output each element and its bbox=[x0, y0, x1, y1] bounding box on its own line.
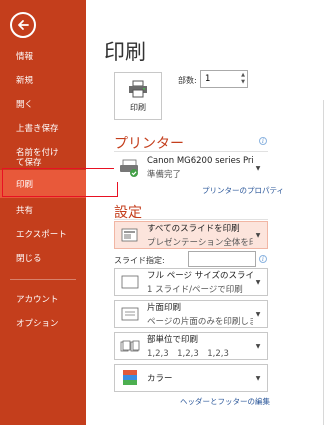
sides-title: 片面印刷 bbox=[147, 303, 182, 313]
settings-heading-rule bbox=[114, 219, 268, 220]
color-dropdown[interactable]: カラー ▼ bbox=[114, 364, 268, 392]
printer-name: Canon MG6200 series Pri… bbox=[147, 156, 253, 166]
printer-status: 準備完了 bbox=[147, 170, 182, 180]
slides-icon bbox=[119, 227, 141, 243]
collated-icon bbox=[119, 338, 141, 354]
layout-desc: 1 スライド/ページで印刷 bbox=[147, 285, 243, 295]
printer-heading: プリンター bbox=[114, 136, 184, 152]
slides-label: スライド指定: bbox=[114, 256, 165, 265]
printer-properties-link[interactable]: プリンターのプロパティ bbox=[202, 185, 284, 196]
back-arrow-icon bbox=[18, 20, 29, 30]
chevron-down-icon: ▼ bbox=[255, 164, 261, 172]
backstage-sidebar: 情報 新規 開く 上書き保存 名前を付けて保存 印刷 共有 エクスポート 閉じる… bbox=[0, 0, 86, 425]
print-button-label: 印刷 bbox=[130, 102, 146, 112]
collate-dropdown[interactable]: 部単位で印刷 1,2,3 1,2,3 1,2,3 ▼ bbox=[114, 332, 268, 360]
copies-spinner[interactable]: ▲ ▼ bbox=[241, 72, 245, 86]
collate-desc: 1,2,3 1,2,3 1,2,3 bbox=[147, 349, 229, 359]
info-icon[interactable]: i bbox=[259, 255, 267, 263]
sides-desc: ページの片面のみを印刷します bbox=[147, 317, 253, 327]
layout-title: フル ページ サイズのスライド bbox=[147, 271, 253, 281]
chevron-down-icon: ▼ bbox=[255, 231, 261, 239]
printer-heading-rule bbox=[114, 151, 268, 152]
sidebar-divider bbox=[10, 279, 76, 280]
chevron-down-icon: ▼ bbox=[255, 278, 261, 286]
printer-icon bbox=[129, 80, 147, 97]
page-title: 印刷 bbox=[104, 40, 146, 64]
layout-dropdown[interactable]: フル ページ サイズのスライド 1 スライド/ページで印刷 ▼ bbox=[114, 268, 268, 296]
copies-value: 1 bbox=[205, 74, 211, 84]
chevron-down-icon: ▼ bbox=[255, 310, 261, 318]
color-title: カラー bbox=[147, 374, 173, 384]
slides-range-dropdown[interactable]: すべてのスライドを印刷 プレゼンテーション全体を印刷… ▼ bbox=[114, 221, 268, 249]
chevron-down-icon: ▼ bbox=[255, 342, 261, 350]
slides-range-desc: プレゼンテーション全体を印刷… bbox=[147, 238, 253, 248]
printer-device-icon bbox=[119, 158, 141, 178]
slides-range-title: すべてのスライドを印刷 bbox=[147, 224, 240, 234]
chevron-down-icon: ▼ bbox=[255, 374, 261, 382]
print-button[interactable]: 印刷 bbox=[114, 72, 162, 120]
back-button[interactable] bbox=[10, 12, 36, 38]
copies-label: 部数: bbox=[178, 76, 197, 85]
color-icon bbox=[119, 369, 141, 387]
sidebar-item-print[interactable]: 印刷 bbox=[0, 170, 86, 198]
preview-pane-edge bbox=[323, 100, 324, 425]
one-sided-icon bbox=[119, 306, 141, 322]
printer-dropdown[interactable]: Canon MG6200 series Pri… 準備完了 ▼ bbox=[114, 154, 268, 182]
sides-dropdown[interactable]: 片面印刷 ページの片面のみを印刷します ▼ bbox=[114, 300, 268, 328]
collate-title: 部単位で印刷 bbox=[147, 335, 199, 345]
full-page-slide-icon bbox=[119, 275, 141, 289]
sidebar-item-save[interactable]: 上書き保存 bbox=[0, 114, 86, 142]
copies-input[interactable]: 1 ▲ ▼ bbox=[200, 70, 248, 88]
slides-input[interactable] bbox=[188, 251, 256, 267]
header-footer-link[interactable]: ヘッダーとフッターの編集 bbox=[180, 396, 270, 407]
sidebar-item-close[interactable]: 閉じる bbox=[0, 244, 86, 272]
info-icon[interactable]: i bbox=[259, 137, 267, 145]
sidebar-item-options[interactable]: オプション bbox=[0, 309, 86, 337]
